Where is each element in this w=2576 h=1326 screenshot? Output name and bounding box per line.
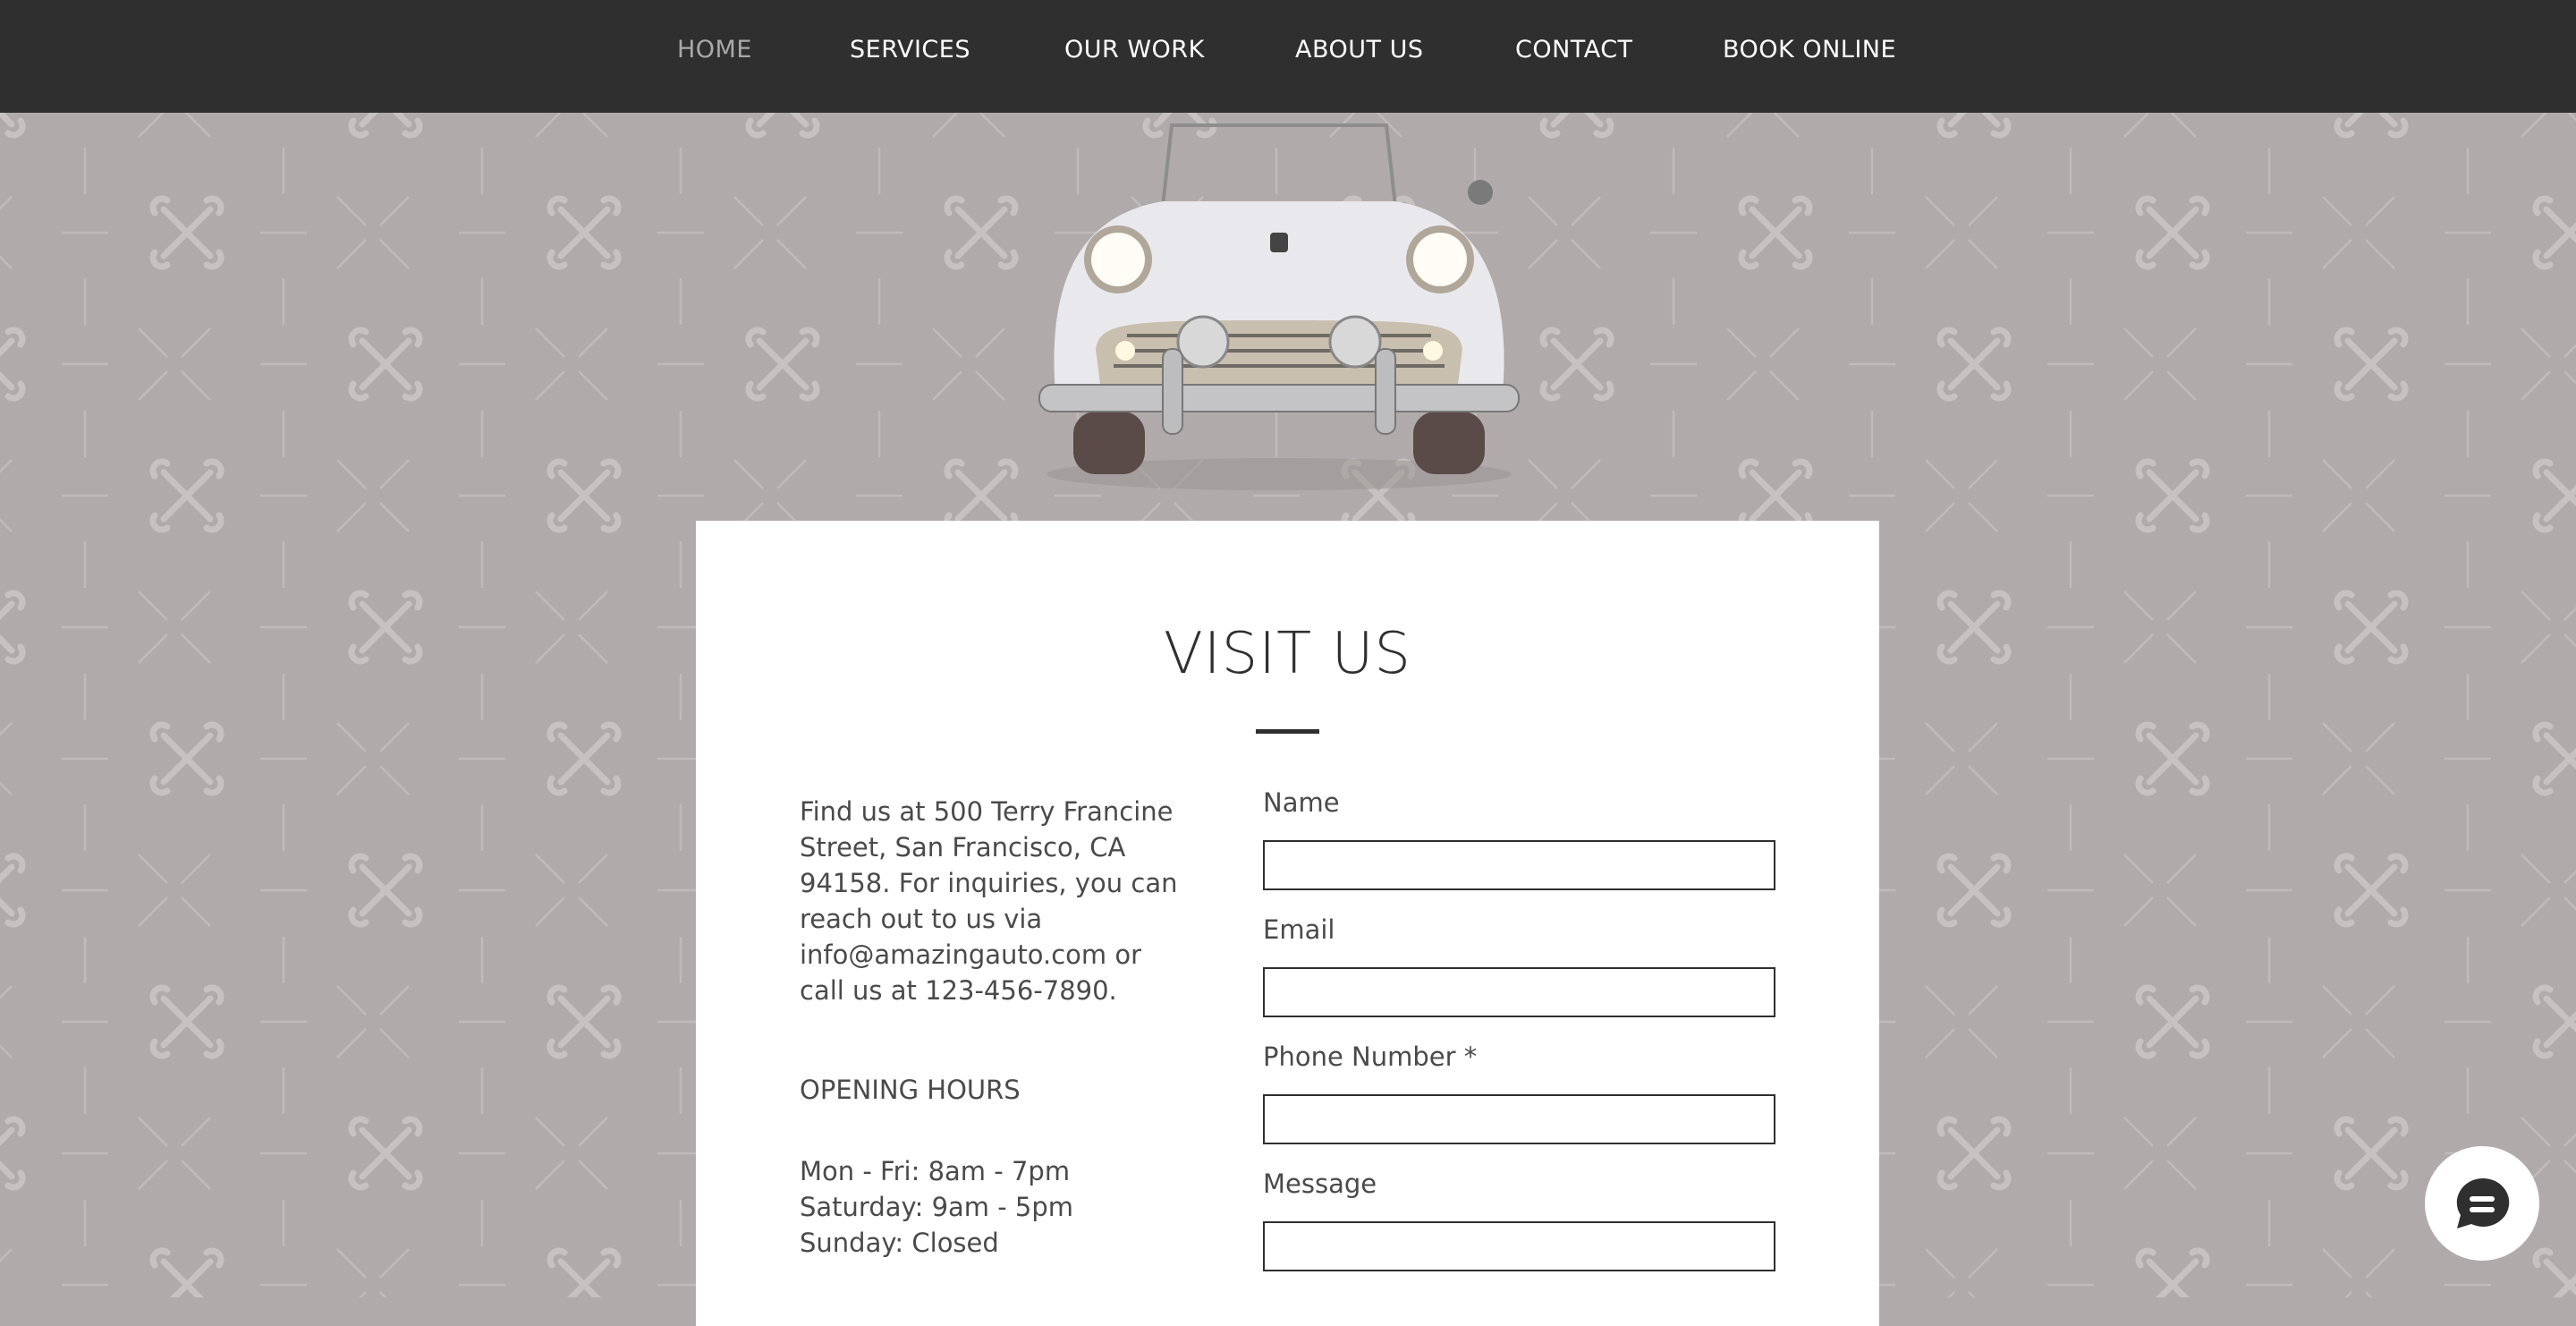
opening-hours-heading: OPENING HOURS [800,1075,1021,1105]
message-label: Message [1263,1169,1377,1199]
phone-label: Phone Number * [1263,1041,1478,1072]
opening-hours-list: Mon - Fri: 8am - 7pm Saturday: 9am - 5pm… [800,1153,1073,1261]
nav-contact[interactable]: CONTACT [1515,36,1633,64]
visit-us-section: VISIT US Find us at 500 Terry Francine S… [696,521,1879,1326]
hours-sunday: Sunday: Closed [800,1228,999,1258]
hero-car-image [1038,123,1520,490]
section-title: VISIT US [1163,621,1412,687]
hours-saturday: Saturday: 9am - 5pm [800,1192,1074,1222]
email-label: Email [1263,914,1335,945]
phone-input[interactable] [1263,1094,1775,1144]
name-input[interactable] [1263,840,1775,890]
address-text: Find us at 500 Terry Francine Street, Sa… [800,796,1178,1006]
nav-home[interactable]: HOME [677,36,752,64]
nav-our-work[interactable]: OUR WORK [1064,36,1205,64]
message-input[interactable] [1263,1221,1775,1271]
chat-bubble-icon [2456,1177,2510,1228]
hours-weekdays: Mon - Fri: 8am - 7pm [800,1156,1071,1186]
email-input[interactable] [1263,967,1775,1017]
title-divider [1256,729,1319,734]
name-label: Name [1263,787,1340,818]
chat-button[interactable] [2425,1146,2539,1261]
nav-about-us[interactable]: ABOUT US [1295,36,1424,64]
nav-services[interactable]: SERVICES [850,36,970,64]
top-navigation: HOME SERVICES OUR WORK ABOUT US CONTACT … [0,0,2576,113]
nav-book-online[interactable]: BOOK ONLINE [1723,36,1896,64]
